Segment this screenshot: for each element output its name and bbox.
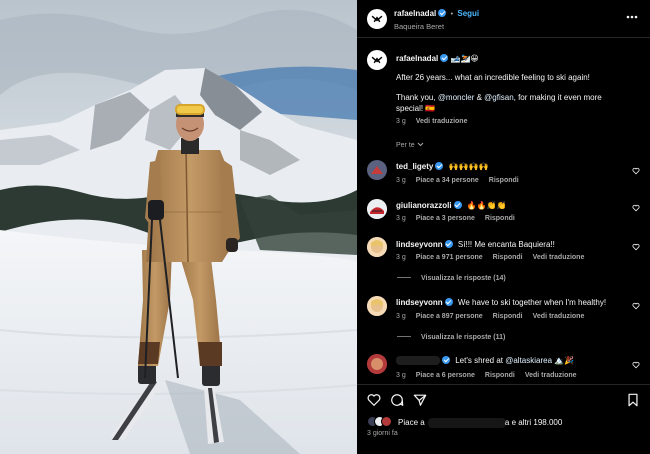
verified-badge-icon (438, 9, 447, 17)
comment-text: 🔥🔥👏👏 (466, 201, 507, 210)
reply-button[interactable]: Rispondi (493, 254, 523, 261)
verified-badge-icon (435, 162, 444, 170)
comment-username[interactable]: lindseyvonn (396, 240, 443, 249)
avatar-photo-icon (367, 237, 387, 257)
separator-dot: • (450, 9, 454, 18)
translate-link[interactable]: Vedi traduzione (533, 313, 585, 320)
comment-bubble-icon[interactable] (390, 393, 404, 407)
caption-line-2: Thank you, @moncler & @gfisan, for makin… (396, 92, 641, 103)
reply-button[interactable]: Rispondi (493, 313, 523, 320)
caption-emojis: 🎿⛷️😀 (450, 54, 479, 63)
comment-username[interactable]: ted_ligety (396, 162, 433, 171)
avatar-photo-icon (367, 199, 387, 219)
ski-photo-illustration (0, 0, 357, 454)
comment-likes[interactable]: Piace a 897 persone (416, 313, 483, 320)
post-photo[interactable] (0, 0, 357, 454)
share-send-icon[interactable] (413, 393, 427, 407)
reply-button[interactable]: Rispondi (485, 372, 515, 379)
reply-button[interactable]: Rispondi (485, 215, 515, 222)
caption-text: , for making it even more (513, 93, 602, 102)
caption-avatar[interactable] (367, 50, 387, 70)
avatar-photo-icon (367, 354, 387, 374)
comment-time[interactable]: 3 g (396, 177, 406, 184)
comment-text: Sí!!! Me encanta Baquiera!! (457, 240, 555, 249)
translate-link[interactable]: Vedi traduzione (533, 254, 585, 261)
redacted-username (396, 356, 440, 366)
caption-line-1: After 26 years... what an incredible fee… (396, 73, 590, 82)
likes-prefix: Piace a (398, 418, 425, 427)
author-avatar[interactable] (367, 9, 387, 29)
comment-likes[interactable]: Piace a 971 persone (416, 254, 483, 261)
caption-time[interactable]: 3 g (396, 118, 406, 125)
commenter-avatar[interactable] (367, 354, 387, 374)
like-comment-heart-icon[interactable] (632, 302, 640, 310)
view-replies-button[interactable]: Visualizza le risposte (11) (397, 334, 505, 341)
like-comment-heart-icon[interactable] (632, 243, 640, 251)
like-heart-icon[interactable] (367, 393, 381, 407)
commenter-avatar[interactable] (367, 237, 387, 257)
comment-text: 🏔️🎉 (552, 356, 575, 365)
post-header: rafaelnadal • Segui Baqueira Beret (357, 0, 650, 38)
verified-badge-icon (440, 54, 449, 62)
mention-altaskiarea[interactable]: @altaskiarea (505, 356, 552, 365)
comment-text: Let's shred at (455, 356, 506, 365)
comment-time[interactable]: 3 g (396, 215, 406, 222)
likes-summary[interactable]: Piace a a e altri 198.000 (398, 417, 562, 428)
comment-likes[interactable]: Piace a 3 persone (416, 215, 475, 222)
author-username[interactable]: rafaelnadal (394, 9, 436, 18)
rn-logo-icon (371, 56, 383, 64)
like-comment-heart-icon[interactable] (632, 361, 640, 369)
likes-suffix: a e altri 198.000 (504, 418, 563, 427)
post-actions: Piace a a e altri 198.000 3 giorni fa (357, 384, 650, 454)
save-bookmark-icon[interactable] (626, 393, 640, 407)
like-comment-heart-icon[interactable] (632, 204, 640, 212)
comment-likes[interactable]: Piace a 34 persone (416, 177, 479, 184)
avatar-photo-icon (367, 296, 387, 316)
commenter-avatar[interactable] (367, 199, 387, 219)
comment-text: We have to ski together when I'm healthy… (457, 298, 607, 307)
translate-link[interactable]: Vedi traduzione (416, 118, 468, 125)
comment-likes[interactable]: Piace a 6 persone (416, 372, 475, 379)
view-replies-button[interactable]: Visualizza le risposte (14) (397, 275, 506, 282)
caption-text: Thank you, (396, 93, 438, 102)
liker-avatar (381, 416, 392, 427)
post-timestamp[interactable]: 3 giorni fa (367, 430, 398, 437)
commenter-avatar[interactable] (367, 296, 387, 316)
rn-logo-icon (371, 15, 383, 23)
redacted-liker (427, 417, 506, 428)
verified-badge-icon (444, 240, 453, 248)
avatar-photo-icon (367, 160, 387, 180)
comment-text: 🙌🙌🙌🙌 (448, 162, 489, 171)
verified-badge-icon (442, 356, 450, 364)
chevron-down-icon (417, 142, 424, 147)
mention-gfisan[interactable]: @gfisan (484, 93, 513, 102)
reply-button[interactable]: Rispondi (489, 177, 519, 184)
caption-username[interactable]: rafaelnadal (396, 54, 438, 63)
follow-button[interactable]: Segui (457, 9, 479, 18)
comment-time[interactable]: 3 g (396, 254, 406, 261)
comment-username[interactable]: lindseyvonn (396, 298, 443, 307)
location-label[interactable]: Baqueira Beret (394, 22, 444, 31)
translate-link[interactable]: Vedi traduzione (525, 372, 577, 379)
filter-label: Per te (396, 142, 415, 149)
like-comment-heart-icon[interactable] (632, 167, 640, 175)
comments-panel: rafaelnadal • Segui Baqueira Beret rafae… (357, 0, 650, 454)
liked-by-avatars[interactable] (367, 416, 397, 428)
verified-badge-icon (444, 298, 453, 306)
comment-time[interactable]: 3 g (396, 313, 406, 320)
comments-filter[interactable]: Per te (396, 142, 424, 149)
comment-username[interactable]: giulianorazzoli (396, 201, 452, 210)
comment-time[interactable]: 3 g (396, 372, 406, 379)
more-options-icon[interactable] (626, 15, 638, 19)
mention-moncler[interactable]: @moncler (438, 93, 475, 102)
post-caption: rafaelnadal 🎿⛷️😀 After 26 years... what … (396, 53, 641, 125)
caption-text: & (474, 93, 485, 102)
verified-badge-icon (453, 201, 462, 209)
commenter-avatar[interactable] (367, 160, 387, 180)
caption-line-3: special! 🇪🇸 (396, 104, 436, 113)
